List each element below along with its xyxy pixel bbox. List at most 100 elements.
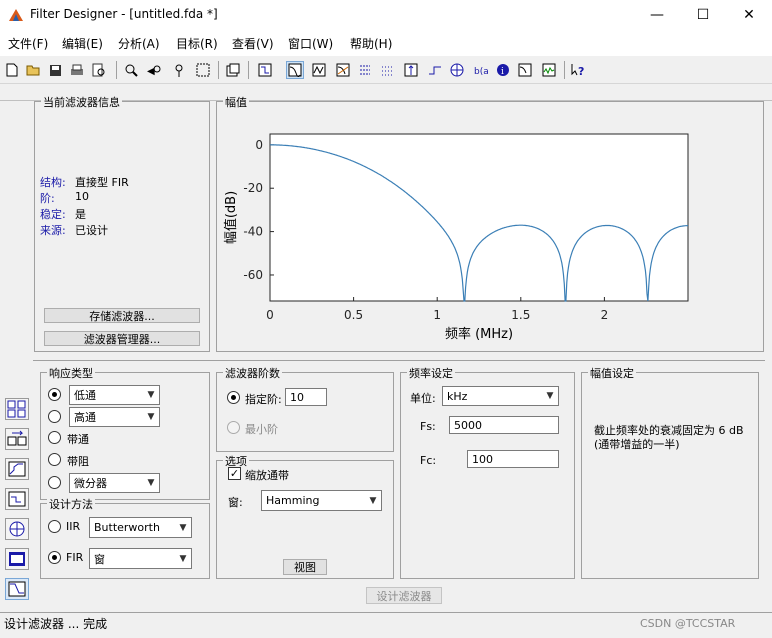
x-tick-label: 2 [601,308,609,322]
magnitude-response-chart: 0 -20 -40 -60 0 0.5 1 1.5 2 频率 (MHz) 幅值(dB) [223,133,689,342]
step-response-icon[interactable] [426,61,444,79]
lowpass-combo[interactable]: 低通 ▼ [69,385,160,405]
menu-analysis[interactable]: 分析(A) [118,35,160,52]
toolbar-separator [248,61,249,79]
svg-text:?: ? [578,65,584,77]
magnitude-estimate-icon[interactable] [516,61,534,79]
sidebar-design-panel-icon[interactable] [5,578,29,600]
group-delay-icon[interactable] [356,61,374,79]
fc-input[interactable]: 100 [467,450,559,468]
fir-radio[interactable] [48,551,61,564]
impulse-response-icon[interactable] [402,61,420,79]
info-structure-label: 结构: [40,176,66,189]
bandstop-radio[interactable] [48,453,61,466]
print-icon[interactable] [68,61,86,79]
menu-file[interactable]: 文件(F) [8,35,48,52]
sidebar-transform-filter-icon[interactable] [5,428,29,450]
watermark: CSDN @TCCSTAR [640,617,736,630]
menu-bar: 文件(F) 编辑(E) 分析(A) 目标(R) 查看(V) 窗口(W) 帮助(H… [0,30,772,56]
order-input[interactable]: 10 [285,388,327,406]
differentiator-radio[interactable] [48,476,61,489]
units-combo[interactable]: kHz ▼ [442,386,559,406]
design-filter-button[interactable]: 设计滤波器 [366,587,442,604]
fs-label: Fs: [420,420,436,433]
filter-info-icon[interactable]: i [494,61,512,79]
phase-response-icon[interactable] [310,61,328,79]
x-tick-label: 1 [433,308,441,322]
svg-text:i: i [501,67,504,77]
specify-order-radio[interactable] [227,391,240,404]
iir-method-combo[interactable]: Butterworth ▼ [89,517,192,538]
info-order-value: 10 [75,190,89,203]
x-tick-label: 0.5 [344,308,363,322]
differentiator-combo[interactable]: 微分器 ▼ [69,473,160,493]
bandpass-label: 带通 [67,433,89,446]
menu-help[interactable]: 帮助(H) [350,35,392,52]
sidebar-pole-zero-editor-icon[interactable] [5,518,29,540]
maximize-button[interactable]: ☐ [680,0,726,30]
sidebar-multirate-icon[interactable] [5,548,29,570]
save-icon[interactable] [46,61,64,79]
filter-coefficients-icon[interactable]: b(a) [472,61,490,79]
close-button[interactable]: ✕ [726,0,772,30]
highpass-combo-value: 高通 [74,411,96,424]
magnitude-response-icon[interactable] [286,61,304,79]
store-filter-button[interactable]: 存储滤波器... [44,308,200,323]
iir-label: IIR [66,520,81,533]
fs-input[interactable]: 5000 [449,416,559,434]
pole-zero-icon[interactable] [448,61,466,79]
info-structure-value: 直接型 FIR [75,176,129,189]
x-tick-label: 1.5 [511,308,530,322]
open-icon[interactable] [24,61,42,79]
chevron-down-icon: ▼ [147,390,155,400]
y-axis-label: 幅值(dB) [223,191,239,244]
full-view-icon[interactable] [194,61,212,79]
differentiator-combo-value: 微分器 [74,477,107,490]
minimize-button[interactable]: — [634,0,680,30]
magnitude-specs-panel: 幅值设定 [581,365,759,579]
magnitude-specs-title: 幅值设定 [588,365,636,381]
zoom-in-icon[interactable] [122,61,140,79]
divider [33,360,765,361]
menu-view[interactable]: 查看(V) [232,35,274,52]
y-tick-label: -20 [243,181,263,195]
info-stable-value: 是 [75,208,86,221]
bandpass-radio[interactable] [48,431,61,444]
whats-this-icon[interactable]: ? [570,61,588,79]
new-icon[interactable] [3,61,21,79]
scale-passband-checkbox[interactable]: ✓ [228,467,241,480]
highpass-radio[interactable] [48,410,61,423]
matlab-icon [9,9,23,21]
highpass-combo[interactable]: 高通 ▼ [69,407,160,427]
filter-specs-icon[interactable] [256,61,274,79]
mag-phase-icon[interactable] [334,61,352,79]
new-window-icon[interactable] [224,61,242,79]
phase-delay-icon[interactable] [378,61,396,79]
zoom-y-icon[interactable] [170,61,188,79]
sidebar-realize-model-icon[interactable] [5,488,29,510]
window-combo[interactable]: Hamming ▼ [261,490,382,511]
y-tick-label: -60 [243,268,263,282]
iir-radio[interactable] [48,520,61,533]
info-source-label: 来源: [40,224,66,237]
svg-text:b(a): b(a) [474,67,488,77]
menu-window[interactable]: 窗口(W) [288,35,333,52]
fir-label: FIR [66,551,84,564]
noise-loading-icon[interactable] [540,61,558,79]
menu-edit[interactable]: 编辑(E) [62,35,103,52]
minimum-order-radio[interactable] [227,421,240,434]
window-value: Hamming [266,494,320,507]
menu-target[interactable]: 目标(R) [176,35,218,52]
frequency-specs-title: 频率设定 [407,365,455,381]
view-button[interactable]: 视图 [283,559,327,575]
print-preview-icon[interactable] [90,61,108,79]
zoom-x-icon[interactable]: ◀ [146,61,164,79]
x-tick-label: 0 [266,308,274,322]
toolbar: ◀ b(a) i ? [0,56,772,84]
title-bar: Filter Designer - [untitled.fda *] — ☐ ✕ [0,0,772,30]
lowpass-radio[interactable] [48,388,61,401]
filter-manager-button[interactable]: 滤波器管理器... [44,331,200,346]
sidebar-quantize-icon[interactable] [5,458,29,480]
sidebar-design-filter-icon[interactable] [5,398,29,420]
fir-method-combo[interactable]: 窗 ▼ [89,548,192,569]
